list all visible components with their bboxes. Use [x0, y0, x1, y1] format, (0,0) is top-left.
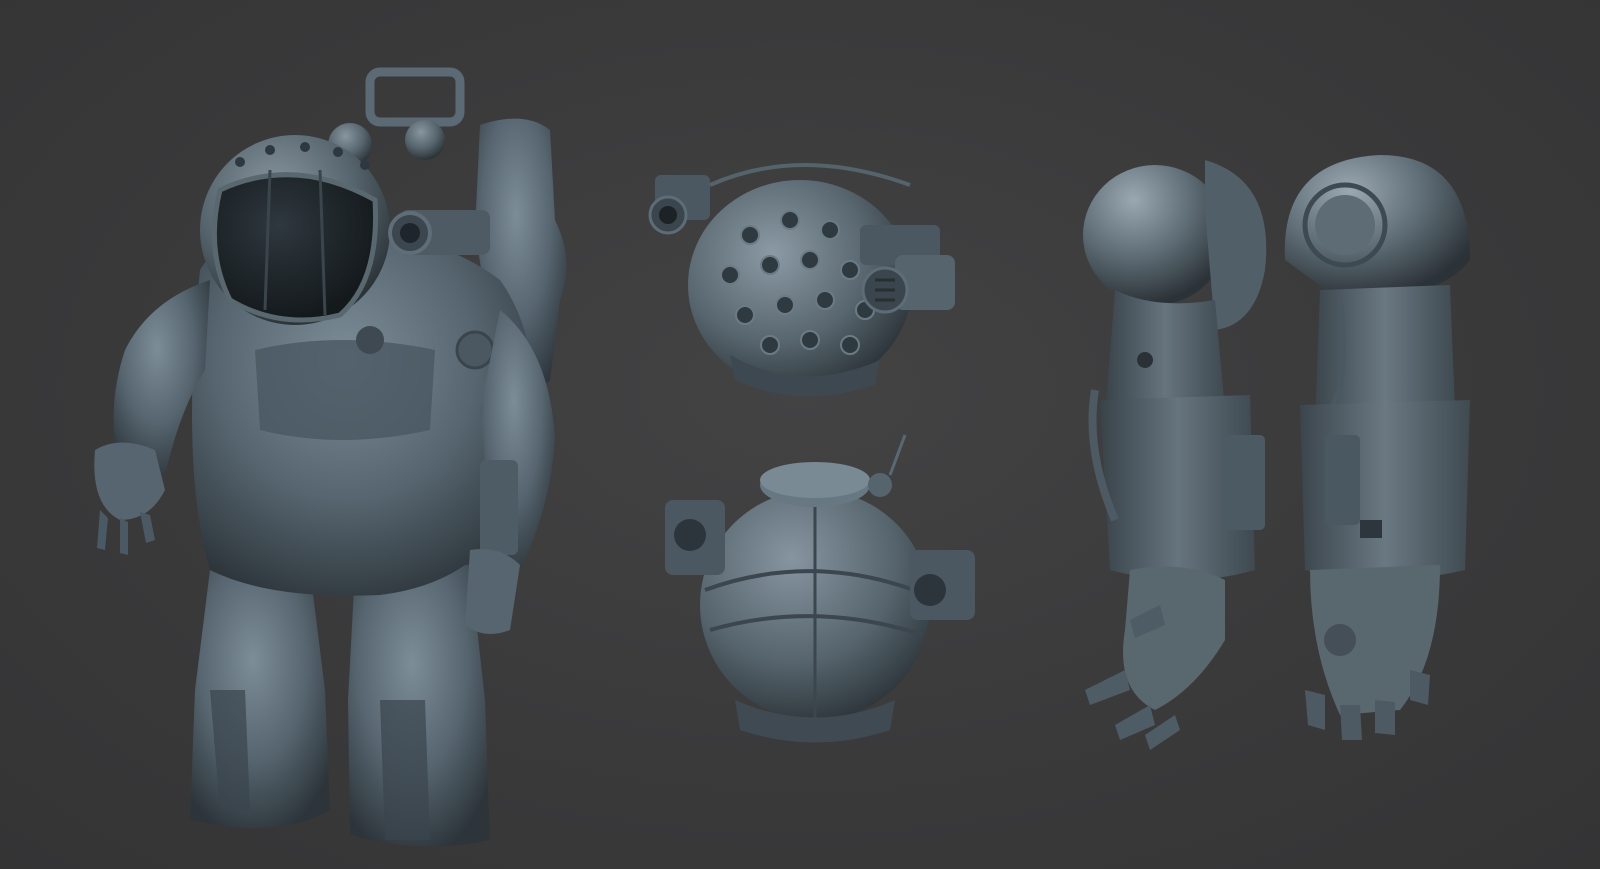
shoulder-dome-back — [1284, 155, 1470, 300]
forearm-back — [1300, 400, 1470, 580]
sculpt-turnaround-canvas — [0, 0, 1600, 869]
glove-hand — [1085, 566, 1225, 750]
helmet-lamp-left — [648, 175, 710, 235]
helmet-top-render — [648, 163, 955, 397]
helmet-lamp-right-front — [910, 550, 975, 620]
diving-helmet — [200, 135, 390, 325]
helmet-dome-front — [700, 490, 930, 743]
helmet-front-render — [665, 434, 975, 743]
glove-back — [1305, 565, 1440, 740]
legs — [190, 565, 490, 847]
full-suit-render — [94, 67, 567, 847]
helmet-top-valve — [760, 434, 907, 507]
upper-arm — [1105, 290, 1225, 415]
arm-side-render — [1083, 160, 1267, 750]
upper-arm-back — [1315, 285, 1455, 420]
arm-back-render — [1284, 155, 1470, 740]
helmet-lamp-left-front — [665, 500, 725, 575]
helmet-lamp — [388, 210, 490, 255]
forearm — [1088, 389, 1265, 580]
